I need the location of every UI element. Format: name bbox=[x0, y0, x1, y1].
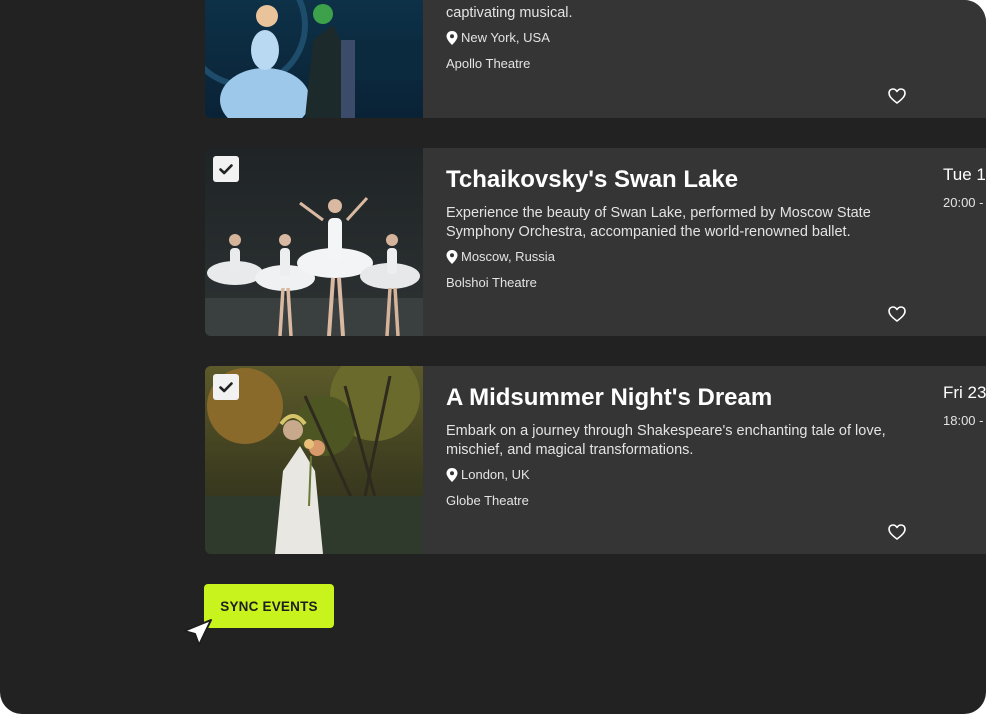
event-card[interactable]: A Midsummer Night's Dream Embark on a jo… bbox=[205, 366, 986, 554]
event-description: Experience the beauty of Swan Lake, perf… bbox=[446, 205, 871, 240]
event-card[interactable]: captivating musical. New York, USA Apoll… bbox=[205, 0, 986, 118]
select-checkbox[interactable] bbox=[213, 156, 239, 182]
event-location: New York, USA bbox=[446, 30, 550, 45]
pointer-cursor-icon bbox=[183, 619, 212, 646]
event-time: 18:00 - bbox=[943, 413, 984, 428]
event-location: Moscow, Russia bbox=[446, 249, 555, 264]
heart-icon[interactable] bbox=[888, 524, 906, 540]
event-description: captivating musical. bbox=[446, 5, 573, 21]
sync-events-button[interactable]: SYNC EVENTS bbox=[204, 584, 334, 628]
app-screen: captivating musical. New York, USA Apoll… bbox=[0, 0, 986, 714]
event-location-label: London, UK bbox=[461, 467, 530, 482]
event-title: A Midsummer Night's Dream bbox=[446, 384, 773, 411]
event-card[interactable]: Tchaikovsky's Swan Lake Experience the b… bbox=[205, 148, 986, 336]
event-time: 20:00 - bbox=[943, 195, 984, 210]
map-pin-icon bbox=[446, 30, 458, 45]
event-location-label: New York, USA bbox=[461, 30, 550, 45]
heart-icon[interactable] bbox=[888, 88, 906, 104]
check-icon bbox=[219, 163, 233, 174]
event-date: Tue 1 bbox=[943, 165, 986, 184]
event-title: Tchaikovsky's Swan Lake bbox=[446, 166, 739, 193]
map-pin-icon bbox=[446, 249, 458, 264]
event-location: London, UK bbox=[446, 467, 530, 482]
event-venue: Globe Theatre bbox=[446, 493, 529, 508]
select-checkbox[interactable] bbox=[213, 374, 239, 400]
event-location-label: Moscow, Russia bbox=[461, 249, 555, 264]
event-description: Embark on a journey through Shakespeare'… bbox=[446, 423, 886, 458]
event-thumbnail bbox=[205, 0, 423, 118]
event-thumbnail bbox=[205, 148, 423, 336]
check-icon bbox=[219, 381, 233, 392]
map-pin-icon bbox=[446, 467, 458, 482]
heart-icon[interactable] bbox=[888, 306, 906, 322]
event-date: Fri 23 bbox=[943, 383, 986, 402]
event-venue: Bolshoi Theatre bbox=[446, 275, 537, 290]
event-venue: Apollo Theatre bbox=[446, 56, 531, 71]
event-thumbnail bbox=[205, 366, 423, 554]
